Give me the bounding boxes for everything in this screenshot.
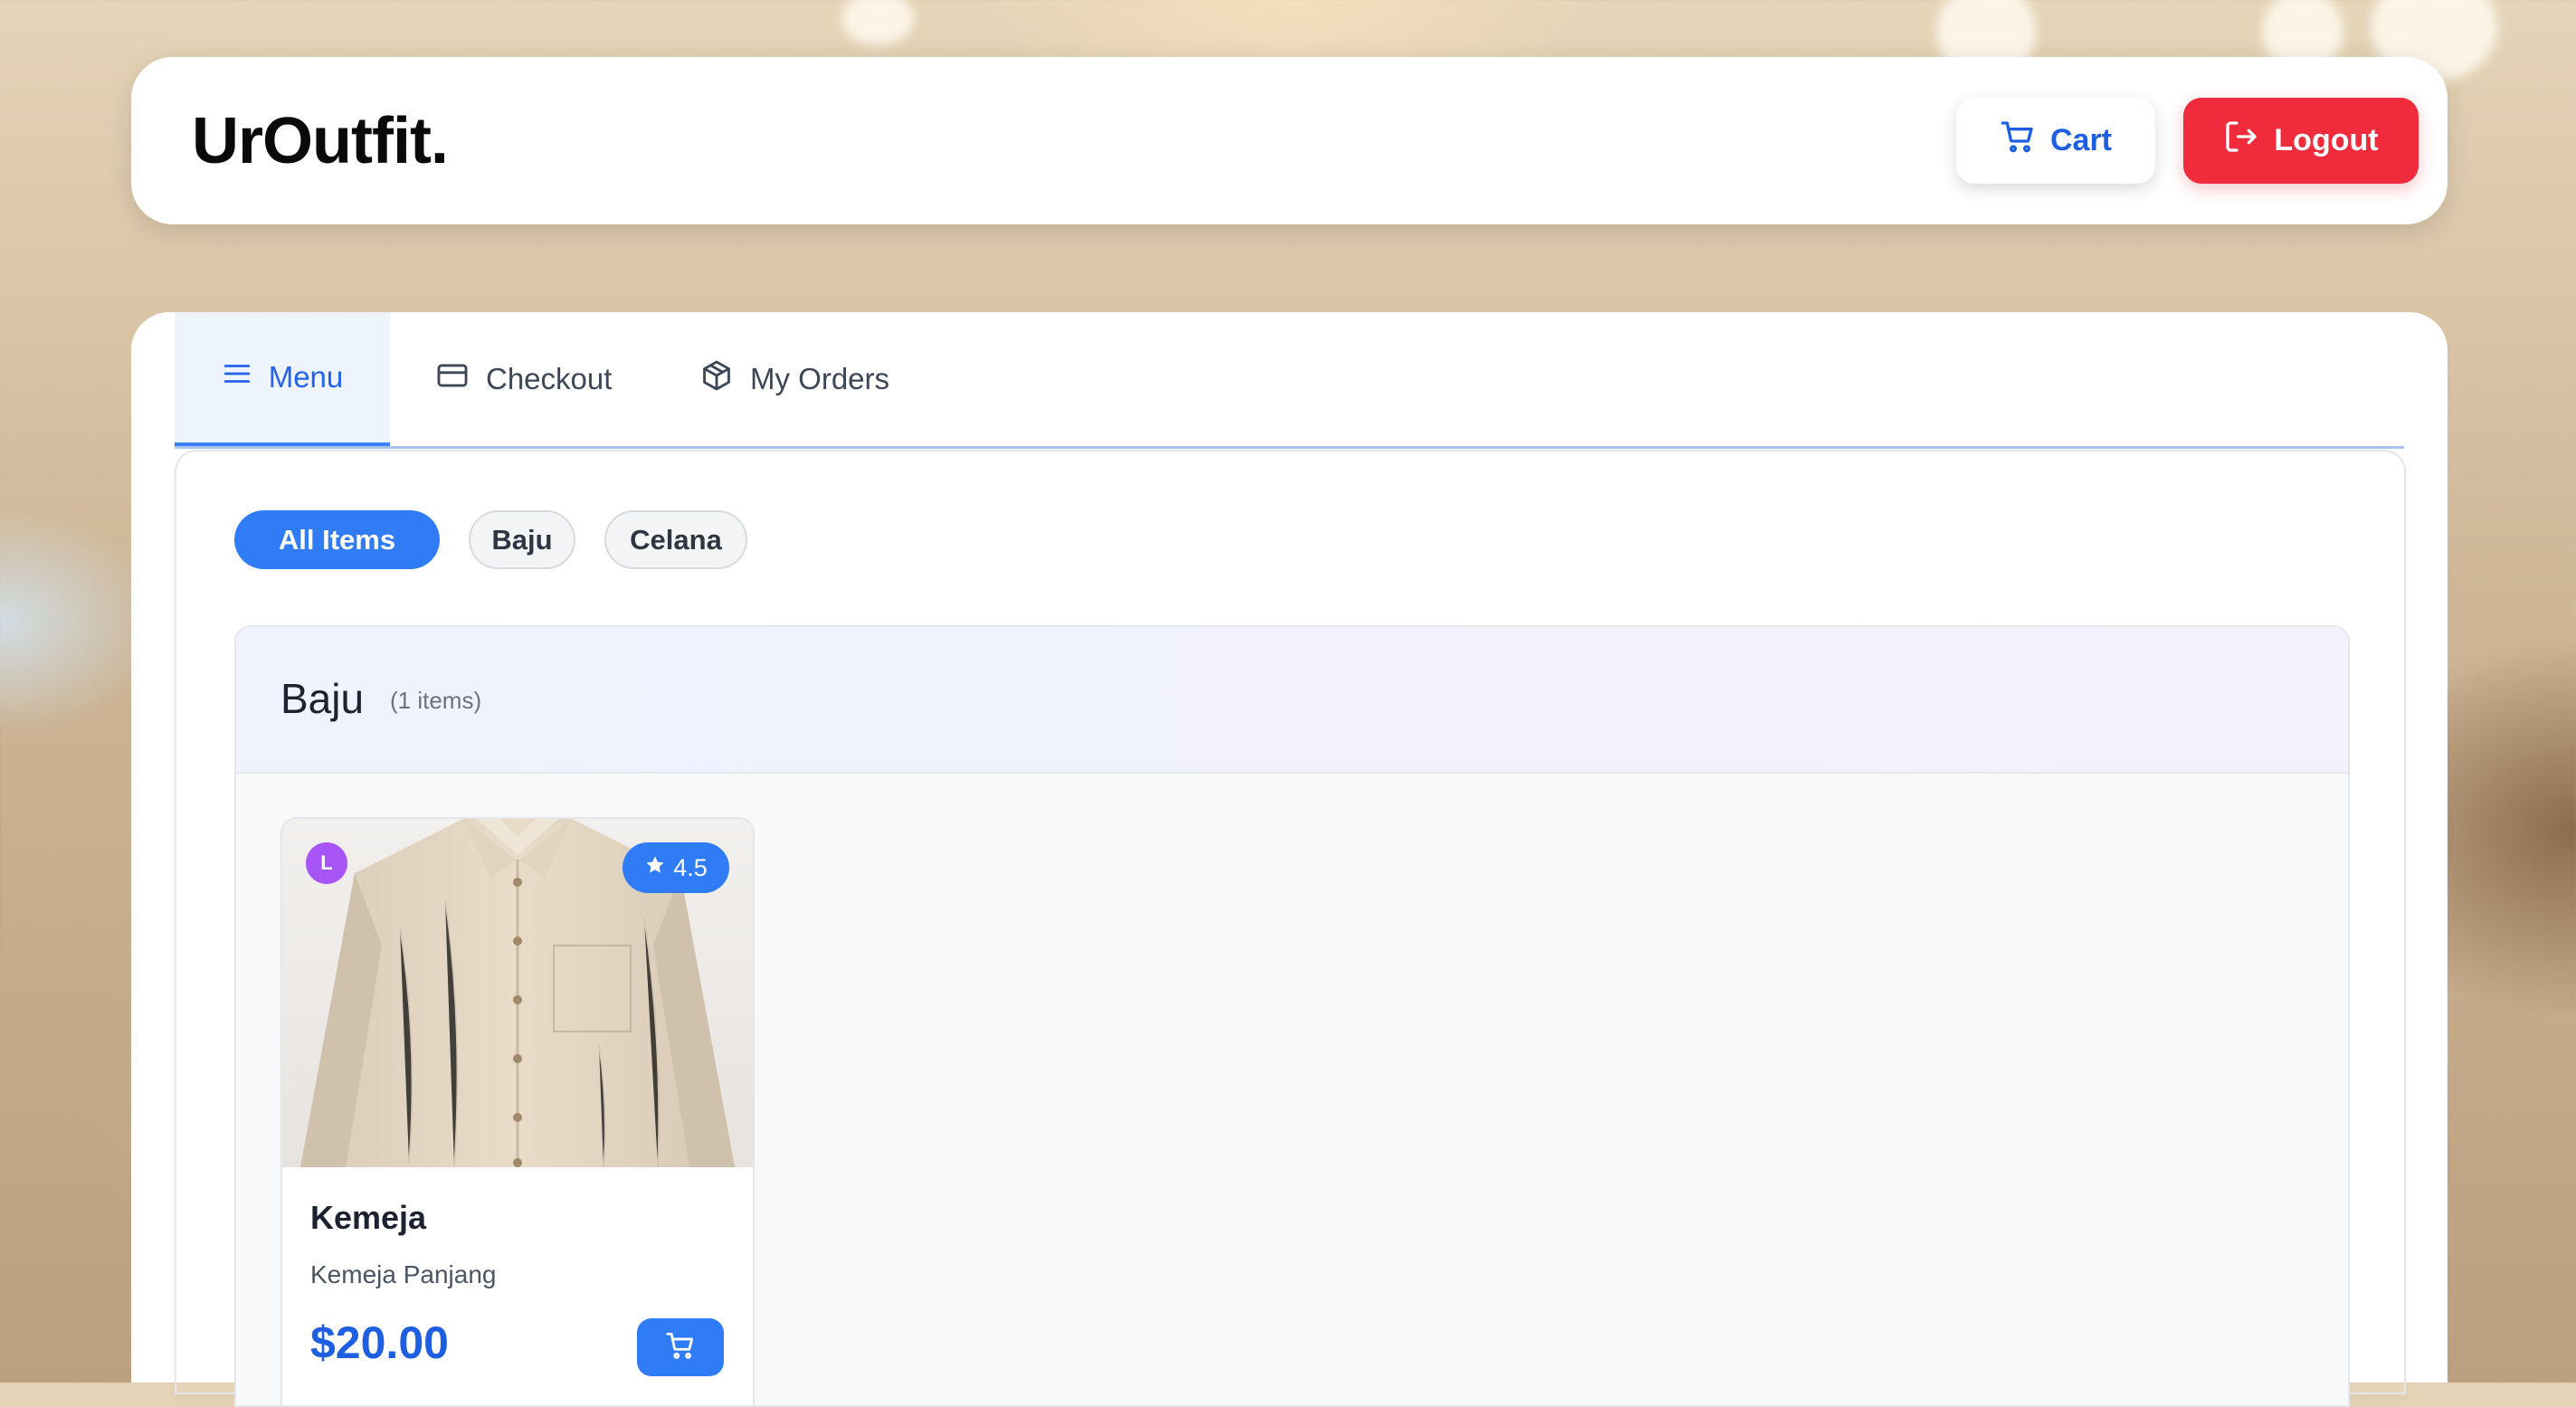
product-card[interactable]: L 4.5 Kemeja Kemeja Panjang $20.00 (280, 817, 755, 1405)
product-description: Kemeja Panjang (310, 1260, 497, 1288)
cart-icon (665, 1330, 696, 1365)
filter-baju[interactable]: Baju (469, 510, 575, 569)
category-header: Baju (1 items) (236, 627, 2348, 774)
product-name: Kemeja (310, 1199, 427, 1236)
product-price: $20.00 (310, 1317, 449, 1368)
tab-label: Checkout (486, 362, 613, 395)
menu-content: All Items Baju Celana Baju (1 items) L 4… (175, 450, 2406, 1407)
category-title: Baju (280, 675, 365, 722)
cart-label: Cart (2049, 123, 2113, 157)
cart-button[interactable]: Cart (1956, 98, 2155, 184)
logout-icon (2223, 119, 2259, 163)
tab-label: Menu (268, 360, 344, 394)
filter-celana[interactable]: Celana (604, 510, 747, 569)
rating-value: 4.5 (673, 853, 708, 881)
add-to-cart-button[interactable] (637, 1318, 724, 1376)
tab-label: My Orders (750, 362, 890, 395)
top-header: UrOutfit. Cart Logout (131, 57, 2448, 224)
package-icon (699, 358, 734, 400)
filter-all-items[interactable]: All Items (234, 510, 440, 569)
credit-card-icon (435, 358, 470, 400)
category-section: Baju (1 items) L 4.5 Kemeja Kemeja Panja… (234, 625, 2350, 1407)
tab-menu[interactable]: Menu (175, 312, 390, 446)
tab-bar: Menu Checkout My Orders (175, 312, 2404, 449)
cart-icon (2000, 119, 2036, 163)
background-bokeh (841, 0, 914, 45)
rating-badge: 4.5 (623, 842, 729, 893)
logout-button[interactable]: Logout (2183, 98, 2419, 184)
size-badge: L (306, 842, 347, 884)
brand-logo[interactable]: UrOutfit. (192, 104, 449, 178)
logout-label: Logout (2274, 123, 2379, 157)
main-panel: Menu Checkout My Orders All Items Baju C… (131, 312, 2448, 1407)
menu-icon (222, 358, 252, 396)
tab-checkout[interactable]: Checkout (435, 312, 612, 446)
category-count: (1 items) (390, 687, 482, 714)
tab-my-orders[interactable]: My Orders (699, 312, 889, 446)
star-icon (644, 854, 666, 882)
